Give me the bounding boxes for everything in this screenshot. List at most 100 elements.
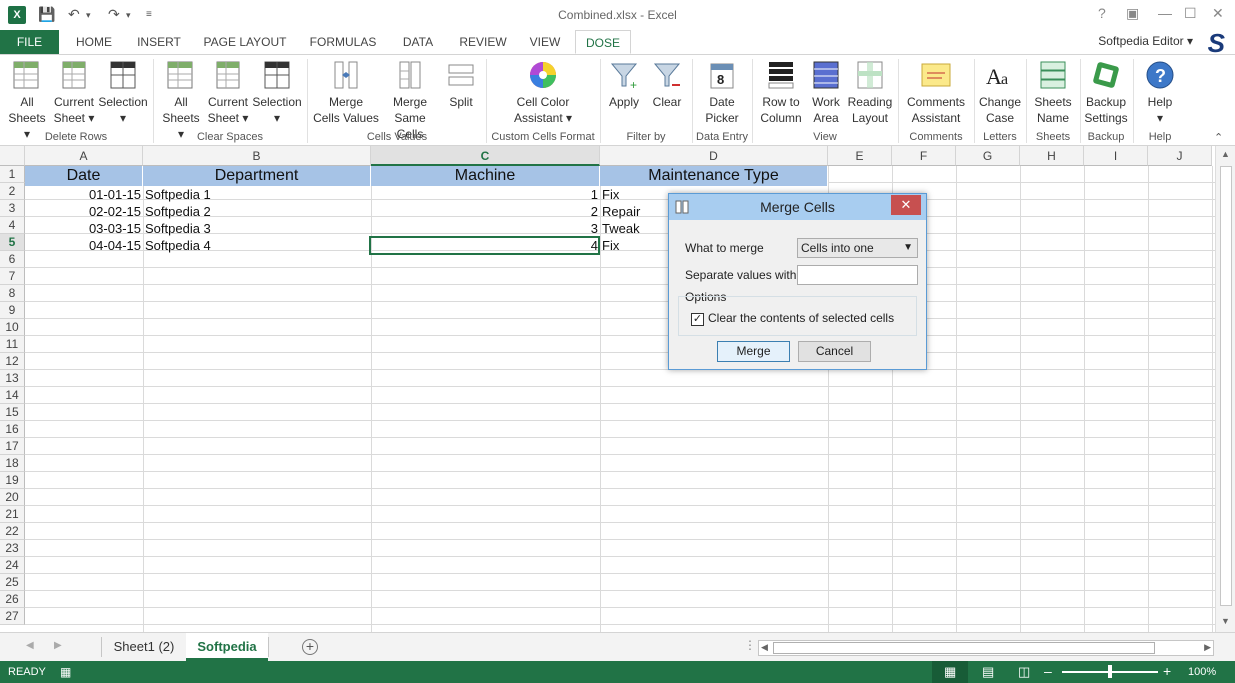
tab-home[interactable]: HOME	[65, 30, 123, 54]
zoom-out-icon[interactable]: –	[1044, 663, 1052, 679]
table-cell-department[interactable]: Softpedia 2	[143, 203, 371, 220]
table-header-cell[interactable]: Maintenance Type	[600, 166, 828, 186]
row-header[interactable]: 21	[0, 506, 25, 523]
tab-insert[interactable]: INSERT	[128, 30, 190, 54]
row-header[interactable]: 25	[0, 574, 25, 591]
row-header[interactable]: 11	[0, 336, 25, 353]
row-header[interactable]: 6	[0, 251, 25, 268]
row-header[interactable]: 19	[0, 472, 25, 489]
merge-button[interactable]: Merge	[717, 341, 790, 362]
column-header-h[interactable]: H	[1020, 146, 1084, 166]
row-header[interactable]: 9	[0, 302, 25, 319]
sheets-name-button[interactable]: Sheets Name	[1030, 59, 1076, 126]
backup-settings-button[interactable]: Backup Settings	[1082, 59, 1130, 126]
vertical-scrollbar[interactable]: ▲ ▼	[1215, 146, 1235, 632]
table-cell-machine[interactable]: 2	[371, 203, 600, 220]
row-header[interactable]: 7	[0, 268, 25, 285]
row-header[interactable]: 14	[0, 387, 25, 404]
tab-page-layout[interactable]: PAGE LAYOUT	[194, 30, 296, 54]
table-header-cell[interactable]: Date	[25, 166, 143, 186]
delete-rows-selection-button[interactable]: Selection ▾	[98, 59, 148, 126]
tab-view[interactable]: VIEW	[520, 30, 570, 54]
row-header[interactable]: 8	[0, 285, 25, 302]
scroll-down-icon[interactable]: ▼	[1221, 616, 1230, 626]
work-area-button[interactable]: Work Area	[808, 59, 844, 126]
row-header[interactable]: 26	[0, 591, 25, 608]
table-header-cell[interactable]: Machine	[371, 166, 600, 186]
next-sheet-icon[interactable]: ▶	[54, 640, 62, 651]
delete-rows-all-sheets-button[interactable]: All Sheets ▾	[4, 59, 50, 142]
table-cell-department[interactable]: Softpedia 1	[143, 186, 371, 203]
table-cell-machine[interactable]: 3	[371, 220, 600, 237]
sheet-tab[interactable]: Sheet1 (2)	[103, 633, 185, 661]
column-header-b[interactable]: B	[143, 146, 371, 166]
merge-same-cells-button[interactable]: Merge Same Cells	[380, 59, 440, 142]
clear-spaces-current-sheet-button[interactable]: Current Sheet ▾	[204, 59, 252, 126]
tab-review[interactable]: REVIEW	[450, 30, 516, 54]
row-header[interactable]: 22	[0, 523, 25, 540]
macro-recording-icon[interactable]: ▦	[60, 665, 71, 679]
zoom-in-icon[interactable]: +	[1163, 663, 1171, 679]
row-header[interactable]: 20	[0, 489, 25, 506]
column-header-a[interactable]: A	[25, 146, 143, 166]
table-cell-date[interactable]: 04-04-15	[25, 237, 143, 254]
zoom-level[interactable]: 100%	[1188, 666, 1216, 678]
maximize-icon[interactable]: ☐	[1184, 5, 1197, 22]
what-to-merge-select[interactable]: Cells into one ▼	[797, 238, 918, 258]
add-sheet-icon[interactable]: +	[302, 639, 318, 655]
separate-values-input[interactable]	[797, 265, 918, 285]
spreadsheet-grid[interactable]: A B C D E F G H I J 1 2 3 4 5 6 7 8 9 10 11 12 13 14 1…	[0, 146, 1235, 632]
help-button[interactable]: ? Help ▾	[1138, 59, 1182, 126]
column-header-j[interactable]: J	[1148, 146, 1212, 166]
clear-spaces-all-sheets-button[interactable]: All Sheets ▾	[158, 59, 204, 142]
row-header[interactable]: 10	[0, 319, 25, 336]
row-header[interactable]: 1	[0, 166, 25, 183]
horizontal-scrollbar[interactable]: ◀ ▶	[758, 640, 1214, 656]
page-layout-view-icon[interactable]: ▤	[982, 664, 994, 680]
table-cell-machine[interactable]: 1	[371, 186, 600, 203]
close-icon[interactable]: ✕	[1212, 5, 1224, 22]
ribbon-display-icon[interactable]: ▣	[1126, 5, 1139, 22]
cell-color-assistant-button[interactable]: Cell Color Assistant ▾	[505, 59, 581, 126]
clear-spaces-selection-button[interactable]: Selection ▾	[252, 59, 302, 126]
filter-apply-button[interactable]: + Apply	[604, 59, 644, 110]
table-cell-date[interactable]: 01-01-15	[25, 186, 143, 203]
column-header-i[interactable]: I	[1084, 146, 1148, 166]
row-header[interactable]: 12	[0, 353, 25, 370]
prev-sheet-icon[interactable]: ◀	[26, 640, 34, 651]
table-cell-date[interactable]: 02-02-15	[25, 203, 143, 220]
change-case-button[interactable]: Aa Change Case	[977, 59, 1023, 126]
filter-clear-button[interactable]: Clear	[648, 59, 686, 110]
help-icon[interactable]: ?	[1098, 5, 1106, 21]
row-header[interactable]: 17	[0, 438, 25, 455]
column-header-e[interactable]: E	[828, 146, 892, 166]
row-header[interactable]: 4	[0, 217, 25, 234]
split-button[interactable]: Split	[442, 59, 480, 110]
tab-data[interactable]: DATA	[390, 30, 446, 54]
scroll-left-icon[interactable]: ◀	[761, 642, 768, 653]
column-header-g[interactable]: G	[956, 146, 1020, 166]
cancel-button[interactable]: Cancel	[798, 341, 871, 362]
reading-layout-button[interactable]: Reading Layout	[846, 59, 894, 126]
merge-cells-values-button[interactable]: Merge Cells Values	[312, 59, 380, 126]
tab-file[interactable]: FILE	[0, 30, 59, 54]
row-header[interactable]: 23	[0, 540, 25, 557]
user-account[interactable]: Softpedia Editor ▾	[1098, 34, 1193, 48]
row-header[interactable]: 24	[0, 557, 25, 574]
page-break-view-icon[interactable]: ◫	[1018, 664, 1030, 680]
minimize-icon[interactable]: —	[1158, 5, 1172, 21]
scroll-right-icon[interactable]: ▶	[1204, 642, 1211, 653]
row-to-column-button[interactable]: Row to Column	[756, 59, 806, 126]
collapse-ribbon-icon[interactable]: ⌃	[1214, 131, 1223, 144]
comments-assistant-button[interactable]: Comments Assistant	[903, 59, 969, 126]
scroll-up-icon[interactable]: ▲	[1221, 149, 1230, 159]
table-cell-department[interactable]: Softpedia 3	[143, 220, 371, 237]
column-header-d[interactable]: D	[600, 146, 828, 166]
row-header[interactable]: 3	[0, 200, 25, 217]
row-header[interactable]: 13	[0, 370, 25, 387]
table-cell-date[interactable]: 03-03-15	[25, 220, 143, 237]
dialog-close-button[interactable]: ✕	[891, 195, 921, 215]
sheet-tab-active[interactable]: Softpedia	[186, 633, 268, 661]
select-all-corner[interactable]	[0, 146, 25, 166]
row-header[interactable]: 18	[0, 455, 25, 472]
